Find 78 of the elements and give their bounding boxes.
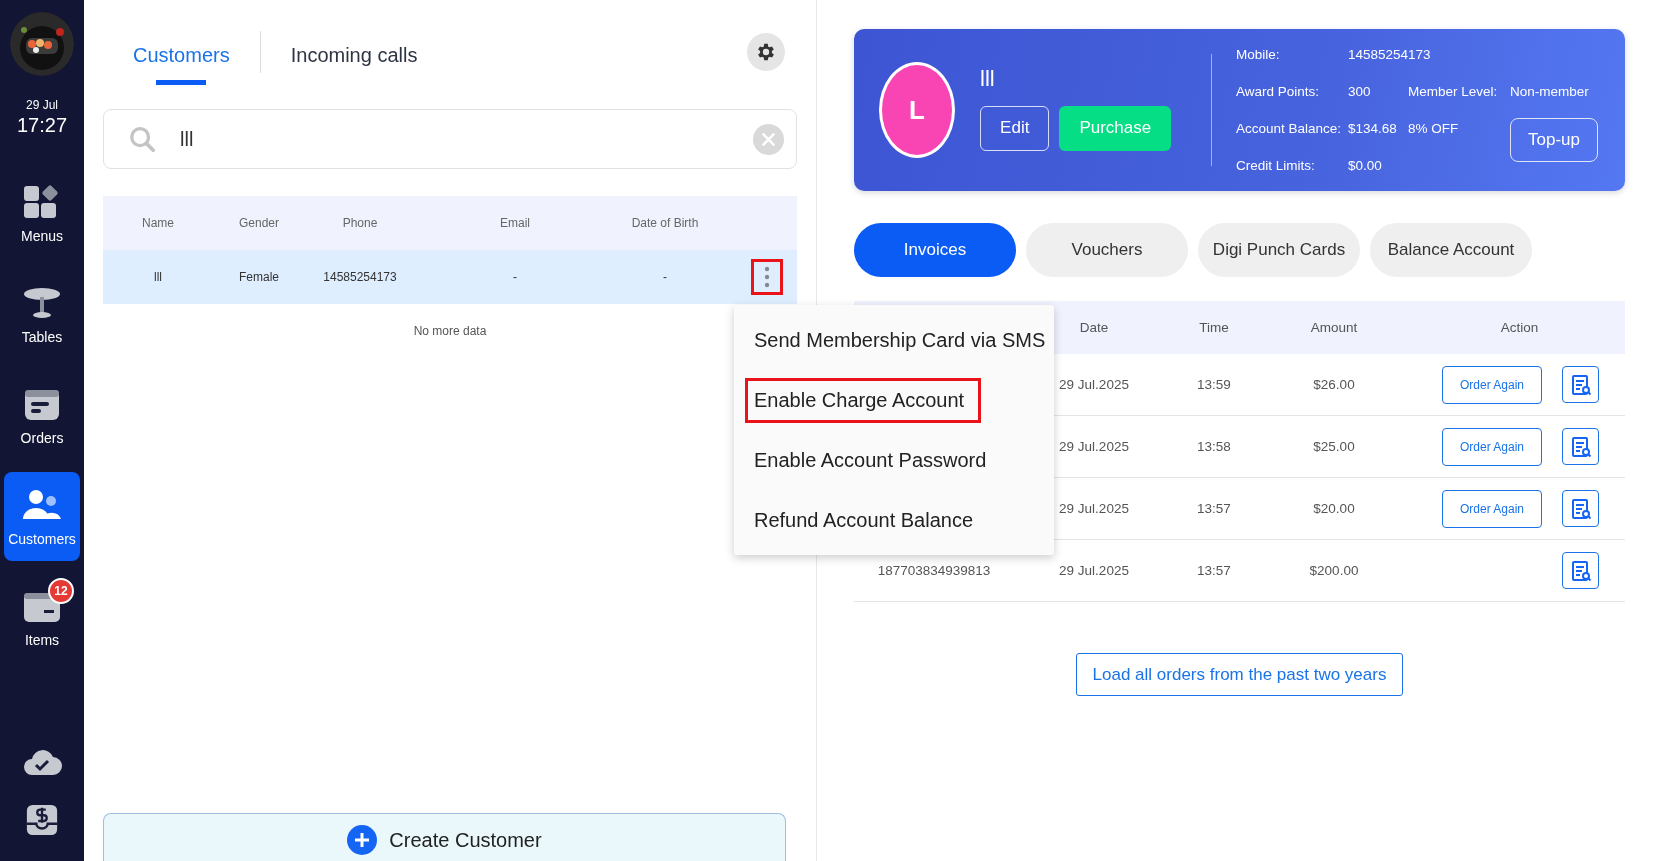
info-label: Credit Limits: bbox=[1236, 156, 1315, 175]
menu-item[interactable]: Refund Account Balance bbox=[734, 490, 1054, 550]
column-header: Date bbox=[1078, 320, 1110, 335]
order-again-button[interactable]: Order Again bbox=[1442, 427, 1542, 466]
info-value: $134.68 bbox=[1348, 119, 1397, 138]
table-cell-text: 14585254173 bbox=[322, 270, 398, 284]
table-cell: 29 Jul.2025 bbox=[1059, 563, 1129, 578]
column-header: Action bbox=[1499, 320, 1540, 335]
info-label: Mobile: bbox=[1236, 45, 1280, 64]
tab[interactable]: Incoming calls bbox=[260, 25, 448, 85]
nav-item[interactable]: Tables bbox=[4, 270, 80, 359]
customer-name: lll bbox=[980, 65, 996, 92]
table-cell: 13:57 bbox=[1197, 563, 1231, 578]
table-cell: 29 Jul.2025 bbox=[1059, 439, 1129, 454]
table-cell-text: Female bbox=[238, 270, 280, 284]
info-label: Award Points: bbox=[1236, 82, 1320, 101]
tab[interactable]: Balance Account bbox=[1370, 223, 1532, 277]
top-up-button[interactable]: Top-up bbox=[1510, 118, 1598, 162]
table-cell: $25.00 bbox=[1313, 439, 1355, 454]
nav-item[interactable]: Orders bbox=[4, 371, 80, 460]
table-cell: 13:58 bbox=[1197, 439, 1231, 454]
tab[interactable]: Invoices bbox=[854, 223, 1016, 277]
avatar: L bbox=[879, 62, 956, 158]
table-cell: $200.00 bbox=[1309, 563, 1359, 578]
load-more-button[interactable]: Load all orders from the past two years bbox=[1076, 653, 1403, 696]
column-header: Amount bbox=[1309, 320, 1359, 335]
tab[interactable]: Customers bbox=[103, 25, 260, 85]
receipt-search-button[interactable] bbox=[1562, 552, 1599, 589]
edit-button[interactable]: Edit bbox=[980, 105, 1050, 151]
menu-item[interactable]: Send Membership Card via SMS bbox=[734, 310, 1054, 370]
tab[interactable]: Digi Punch Cards bbox=[1198, 223, 1360, 277]
table-cell: 29 Jul.2025 bbox=[1059, 377, 1129, 392]
order-again-button[interactable]: Order Again bbox=[1442, 489, 1542, 528]
info-value: 300 bbox=[1348, 82, 1371, 101]
settings-button[interactable] bbox=[747, 33, 785, 71]
search-field[interactable]: lll bbox=[103, 109, 797, 169]
column-header: Date of Birth bbox=[630, 216, 700, 230]
gear-icon bbox=[755, 41, 777, 63]
nav-item[interactable]: 12 Items bbox=[4, 573, 80, 662]
table-cell-text: - bbox=[512, 270, 518, 284]
info-value: Non-member bbox=[1510, 82, 1589, 101]
plus-icon bbox=[347, 825, 378, 855]
nav-item[interactable]: Customers bbox=[4, 472, 80, 561]
more-icon bbox=[764, 266, 770, 288]
receipt-search-button[interactable] bbox=[1562, 428, 1599, 465]
clock-text: 17:27 bbox=[16, 114, 68, 137]
column-header: Gender bbox=[238, 216, 280, 230]
order-again-button[interactable]: Order Again bbox=[1442, 365, 1542, 404]
tab[interactable]: Vouchers bbox=[1026, 223, 1188, 277]
column-header: Phone bbox=[341, 216, 379, 230]
info-value: 8% OFF bbox=[1408, 119, 1459, 138]
table-cell: $26.00 bbox=[1313, 377, 1355, 392]
column-header: Email bbox=[499, 216, 531, 230]
create-customer-button[interactable]: Create Customer bbox=[103, 813, 786, 861]
table-cell: 29 Jul.2025 bbox=[1059, 501, 1129, 516]
info-value: 14585254173 bbox=[1348, 45, 1431, 64]
column-header: Name bbox=[141, 216, 175, 230]
list-end-text: No more data bbox=[412, 324, 488, 338]
count-badge: 12 bbox=[48, 577, 74, 604]
info-value: $0.00 bbox=[1348, 156, 1382, 175]
receipt-search-button[interactable] bbox=[1562, 366, 1599, 403]
receipt-search-button[interactable] bbox=[1562, 490, 1599, 527]
table-cell-text: - bbox=[662, 270, 668, 284]
column-header: Time bbox=[1198, 320, 1230, 335]
table-cell: 187703834939813 bbox=[877, 563, 991, 578]
nav-item[interactable]: Menus bbox=[4, 169, 80, 258]
info-label: Member Level: bbox=[1408, 82, 1498, 101]
table-cell-text: lll bbox=[153, 270, 163, 284]
table-cell: $20.00 bbox=[1313, 501, 1355, 516]
more-button[interactable] bbox=[751, 259, 783, 295]
table-cell: 13:57 bbox=[1197, 501, 1231, 516]
date-text: 29 Jul bbox=[26, 98, 58, 112]
table-cell: 13:59 bbox=[1197, 377, 1231, 392]
search-icon bbox=[128, 125, 156, 153]
info-label: Account Balance: bbox=[1236, 119, 1342, 138]
menu-item[interactable]: Enable Account Password bbox=[734, 430, 1054, 490]
search-input[interactable]: lll bbox=[178, 126, 753, 152]
customer-row[interactable]: lll Female 14585254173 - - bbox=[103, 250, 797, 304]
